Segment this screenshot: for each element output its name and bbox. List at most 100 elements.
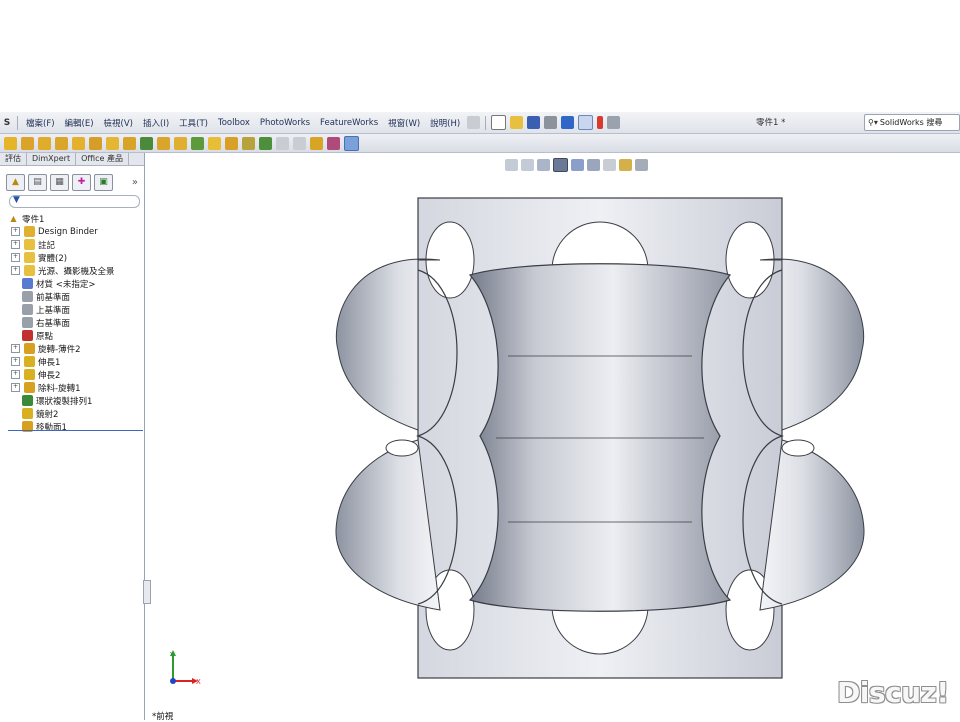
chamfer-icon[interactable]: [123, 136, 136, 150]
dimxpert-manager-tab[interactable]: ✚: [72, 173, 91, 191]
material-icon: [22, 278, 33, 289]
tree-item-label: 材質 <未指定>: [36, 279, 96, 290]
linear-pattern-icon[interactable]: [140, 136, 153, 150]
expand-toggle-icon[interactable]: +: [11, 240, 20, 249]
open-folder-icon[interactable]: [510, 116, 524, 129]
tab-office-products[interactable]: Office 產品: [76, 153, 129, 165]
extrude-icon: [24, 356, 35, 367]
lights-icon: [24, 265, 35, 276]
expand-chevron-icon[interactable]: »: [132, 177, 138, 188]
feature-filter-field[interactable]: ▼: [9, 195, 140, 208]
sketch-icon[interactable]: [344, 135, 359, 151]
draft-icon[interactable]: [191, 136, 204, 150]
expand-toggle-icon[interactable]: +: [11, 370, 20, 379]
tree-item[interactable]: + 註記: [0, 238, 144, 251]
menu-toolbox[interactable]: Toolbox: [213, 118, 255, 128]
tree-item[interactable]: + 實體(2): [0, 251, 144, 264]
feature-manager-tab[interactable]: ▲: [6, 173, 25, 191]
central-barrel: [468, 263, 732, 612]
delete-face-icon[interactable]: [310, 136, 323, 150]
curves-icon[interactable]: [259, 136, 272, 150]
tree-item[interactable]: 上基準面: [0, 303, 144, 316]
menu-tools[interactable]: 工具(T): [174, 117, 213, 129]
options-icon[interactable]: [607, 116, 621, 129]
menu-featureworks[interactable]: FeatureWorks: [315, 118, 383, 128]
rollback-bar[interactable]: [8, 430, 143, 431]
expand-toggle-icon[interactable]: +: [11, 227, 20, 236]
display-manager-tab[interactable]: ▣: [94, 173, 113, 191]
tree-item[interactable]: + 伸長2: [0, 368, 144, 381]
expand-toggle-icon[interactable]: +: [11, 344, 20, 353]
tree-item[interactable]: 移動面1: [0, 420, 144, 433]
tree-item[interactable]: + Design Binder: [0, 225, 144, 238]
opening-right: [781, 439, 815, 457]
view-orientation-icon[interactable]: [571, 158, 584, 171]
search-input[interactable]: ⚲▾ SolidWorks 搜尋: [864, 114, 960, 131]
extruded-cut-icon[interactable]: [72, 136, 85, 150]
3d-model-viewport[interactable]: [320, 190, 880, 690]
lofted-boss-icon[interactable]: [55, 136, 68, 150]
tree-item[interactable]: + 光源、攝影機及全景: [0, 264, 144, 277]
expand-toggle-icon[interactable]: +: [11, 383, 20, 392]
rebuild-icon[interactable]: [597, 116, 604, 129]
origin-icon: [22, 330, 33, 341]
edit-appearance-icon[interactable]: [619, 158, 632, 171]
expand-toggle-icon[interactable]: +: [11, 253, 20, 262]
zoom-to-fit-icon[interactable]: [505, 158, 518, 171]
swept-boss-icon[interactable]: [38, 136, 51, 150]
menu-view[interactable]: 檢視(V): [99, 117, 138, 129]
panel-resize-handle[interactable]: [143, 580, 151, 604]
reference-geometry-icon[interactable]: [242, 136, 255, 150]
tree-item[interactable]: 原點: [0, 329, 144, 342]
tree-item[interactable]: + 旋轉-薄件2: [0, 342, 144, 355]
configuration-manager-tab[interactable]: ▦: [50, 173, 69, 191]
shell-icon[interactable]: [174, 136, 187, 150]
mirror-icon[interactable]: [276, 136, 289, 150]
undo-icon[interactable]: [561, 116, 575, 129]
new-document-icon[interactable]: [491, 115, 507, 130]
tree-item[interactable]: 材質 <未指定>: [0, 277, 144, 290]
wrap-icon[interactable]: [225, 136, 238, 150]
tree-item[interactable]: 鏡射2: [0, 407, 144, 420]
instant3d-icon[interactable]: [327, 136, 340, 150]
menu-help[interactable]: 說明(H): [425, 117, 465, 129]
mirror-icon: [22, 408, 33, 419]
revolved-boss-icon[interactable]: [21, 136, 34, 150]
tree-item[interactable]: 前基準面: [0, 290, 144, 303]
tree-item[interactable]: 右基準面: [0, 316, 144, 329]
revolved-cut-icon[interactable]: [89, 136, 102, 150]
fillet-icon[interactable]: [106, 136, 119, 150]
display-style-icon[interactable]: [587, 158, 600, 171]
save-icon[interactable]: [527, 116, 541, 129]
menu-photoworks[interactable]: PhotoWorks: [255, 118, 315, 128]
property-manager-tab[interactable]: ▤: [28, 173, 47, 191]
dimxpert-icon: ✚: [77, 177, 86, 187]
document-title: 零件1 *: [756, 118, 786, 128]
pin-icon[interactable]: [467, 116, 481, 129]
tree-item[interactable]: + 除料-旋轉1: [0, 381, 144, 394]
expand-toggle-icon[interactable]: +: [11, 357, 20, 366]
tree-root[interactable]: ▲ 零件1: [0, 212, 144, 225]
hide-show-items-icon[interactable]: [603, 158, 616, 171]
extruded-boss-icon[interactable]: [4, 136, 17, 150]
tree-item[interactable]: + 伸長1: [0, 355, 144, 368]
dome-icon[interactable]: [208, 136, 221, 150]
tree-item[interactable]: 環狀複製排列1: [0, 394, 144, 407]
select-arrow-icon[interactable]: [578, 115, 594, 130]
expand-toggle-icon[interactable]: +: [11, 266, 20, 275]
revolve-thin-icon: [24, 343, 35, 354]
rib-icon[interactable]: [157, 136, 170, 150]
tab-evaluate[interactable]: 評估: [0, 153, 27, 165]
zoom-to-area-icon[interactable]: [521, 158, 534, 171]
tab-dimxpert[interactable]: DimXpert: [27, 153, 77, 165]
menu-edit[interactable]: 編輯(E): [60, 117, 99, 129]
apply-scene-icon[interactable]: [635, 158, 648, 171]
menu-insert[interactable]: 插入(I): [138, 117, 174, 129]
menu-window[interactable]: 視窗(W): [383, 117, 425, 129]
move-face-icon[interactable]: [293, 136, 306, 150]
search-label: SolidWorks 搜尋: [879, 118, 943, 127]
section-view-icon[interactable]: [553, 157, 568, 172]
previous-view-icon[interactable]: [537, 158, 550, 171]
print-icon[interactable]: [544, 116, 558, 129]
menu-file[interactable]: 檔案(F): [21, 117, 60, 129]
